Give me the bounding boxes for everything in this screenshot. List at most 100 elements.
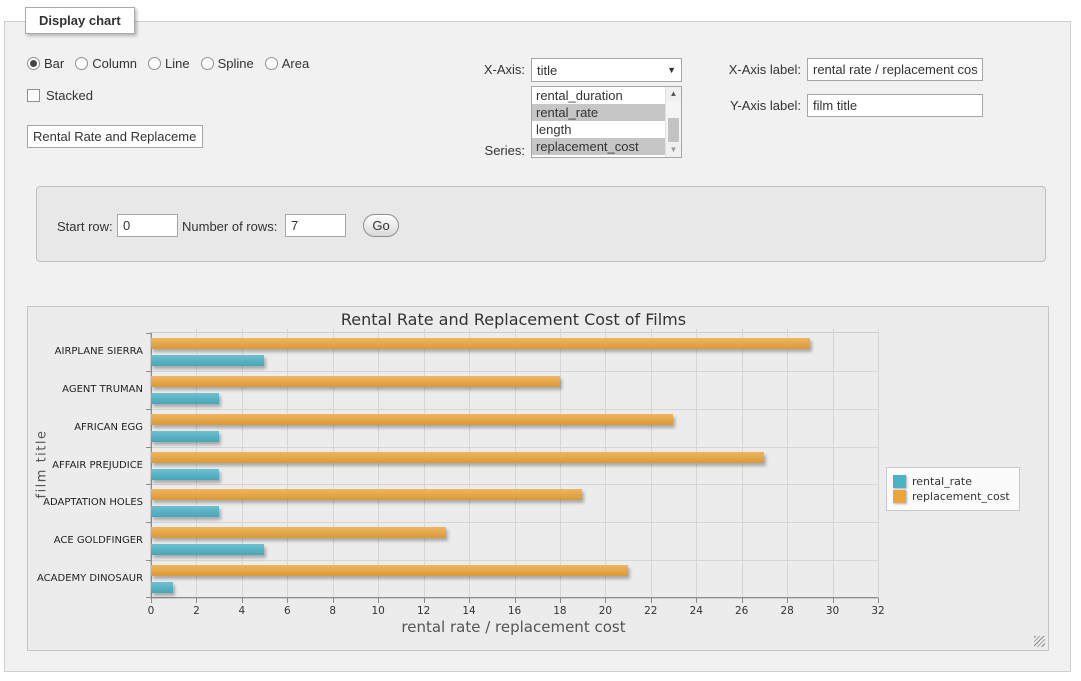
gridline-vertical [424,329,425,598]
stacked-checkbox[interactable] [27,89,40,102]
x-axis-select-label: X-Axis: [453,62,525,77]
series-option-rental_duration[interactable]: rental_duration [532,87,666,104]
gridline-horizontal [151,371,878,372]
x-axis-select[interactable]: title ▼ [531,58,682,82]
series-option-rental_rate[interactable]: rental_rate [532,104,666,121]
gridline-horizontal [151,447,878,448]
scrollbar-thumb[interactable] [668,118,679,142]
series-list-scrollbar[interactable]: ▲ ▼ [665,87,681,157]
x-axis-tick [469,598,470,603]
x-axis-tick [651,598,652,603]
gridline-vertical [333,329,334,598]
bar-replacement_cost[interactable] [151,414,673,425]
series-options: rental_durationrental_ratelengthreplacem… [532,87,666,155]
series-option-length[interactable]: length [532,121,666,138]
radio-label: Line [165,56,190,71]
radio-icon[interactable] [148,57,161,70]
x-axis-tick [742,598,743,603]
x-tick-label: 18 [545,605,575,617]
x-tick-label: 2 [181,605,211,617]
radio-label: Column [92,56,137,71]
fieldset-legend: Display chart [25,7,135,34]
series-listbox[interactable]: rental_durationrental_ratelengthreplacem… [531,86,682,158]
chart-title-input[interactable] [27,125,203,148]
bar-replacement_cost[interactable] [151,376,560,387]
scroll-up-icon[interactable]: ▲ [666,87,681,101]
display-chart-panel: BarColumnLineSplineArea Stacked X-Axis: … [4,21,1071,672]
bar-replacement_cost[interactable] [151,565,628,576]
num-rows-label: Number of rows: [182,219,277,234]
y-axis-label-label: Y-Axis label: [717,98,801,113]
resize-handle-icon[interactable] [1034,636,1045,647]
x-axis-tick [560,598,561,603]
gridline-vertical [378,329,379,598]
x-tick-label: 24 [681,605,711,617]
stacked-option[interactable]: Stacked [27,88,93,103]
x-tick-label: 22 [636,605,666,617]
x-axis-tick [424,598,425,603]
bar-replacement_cost[interactable] [151,338,810,349]
legend-item-replacement_cost[interactable]: replacement_cost [893,490,1010,503]
bar-rental_rate[interactable] [151,469,219,480]
x-tick-label: 10 [363,605,393,617]
radio-label: Bar [44,56,64,71]
bar-rental_rate[interactable] [151,544,264,555]
legend-label: rental_rate [912,475,972,488]
chart-type-option-column[interactable]: Column [75,56,137,71]
gridline-vertical [787,329,788,598]
chart-container: Rental Rate and Replacement Cost of Film… [27,306,1049,651]
x-axis-label-input[interactable] [807,58,983,81]
radio-icon[interactable] [75,57,88,70]
y-category-label: ACADEMY DINOSAUR [37,573,143,584]
radio-icon[interactable] [265,57,278,70]
chart-type-option-bar[interactable]: Bar [27,56,64,71]
bar-replacement_cost[interactable] [151,452,764,463]
x-tick-label: 16 [500,605,530,617]
gridline-vertical [696,329,697,598]
x-tick-label: 4 [227,605,257,617]
radio-label: Area [282,56,309,71]
bar-replacement_cost[interactable] [151,527,446,538]
legend-swatch-icon [893,475,906,488]
chart-type-option-line[interactable]: Line [148,56,190,71]
chart-type-option-spline[interactable]: Spline [201,56,254,71]
gridline-horizontal [151,409,878,410]
x-axis-tick [605,598,606,603]
scroll-down-icon[interactable]: ▼ [666,143,681,157]
num-rows-input[interactable] [285,214,346,237]
y-axis-line [151,333,152,598]
legend-item-rental_rate[interactable]: rental_rate [893,475,1010,488]
y-category-label: AIRPLANE SIERRA [37,346,143,357]
bar-rental_rate[interactable] [151,355,264,366]
bar-rental_rate[interactable] [151,582,173,593]
series-option-replacement_cost[interactable]: replacement_cost [532,138,666,155]
x-axis-tick [287,598,288,603]
gridline-horizontal [151,560,878,561]
gridline-vertical [287,329,288,598]
y-axis-tick [146,522,151,523]
go-button[interactable]: Go [363,214,399,237]
x-tick-label: 12 [409,605,439,617]
y-category-label: ACE GOLDFINGER [37,535,143,546]
x-tick-label: 30 [818,605,848,617]
x-tick-label: 14 [454,605,484,617]
y-axis-tick [146,333,151,334]
page: Display chart Bar Column Line Spline Area St… [0,0,1081,681]
chart-type-option-area[interactable]: Area [265,56,309,71]
start-row-input[interactable] [117,214,178,237]
radio-icon[interactable] [201,57,214,70]
bar-rental_rate[interactable] [151,506,219,517]
y-axis-label-input[interactable] [807,94,983,117]
gridline-vertical [833,329,834,598]
radio-label: Spline [218,56,254,71]
bar-rental_rate[interactable] [151,393,219,404]
bar-rental_rate[interactable] [151,431,219,442]
x-axis-tick [515,598,516,603]
radio-icon[interactable] [27,57,40,70]
x-axis-tick [151,598,152,603]
bar-replacement_cost[interactable] [151,489,582,500]
x-tick-label: 0 [136,605,166,617]
gridline-vertical [515,329,516,598]
y-axis-tick [146,560,151,561]
gridline-vertical [878,329,879,598]
